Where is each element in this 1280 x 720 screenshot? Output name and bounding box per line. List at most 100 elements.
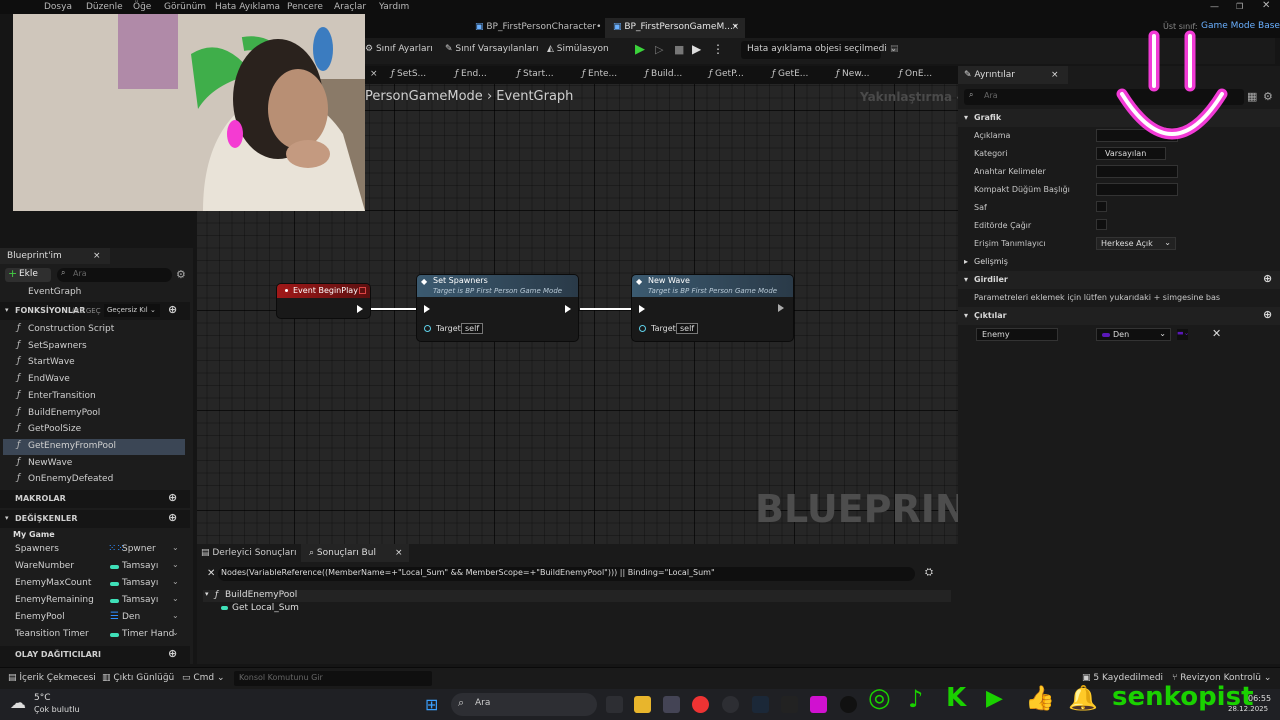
delegate-pin[interactable] [359,287,366,294]
eject-icon[interactable]: ▶ [692,42,701,56]
close-tab-icon[interactable]: × [1051,70,1059,80]
tab-character-blueprint[interactable]: ▣ BP_FirstPersonCharacter• [467,18,611,38]
windows-start-icon[interactable]: ⊞ [425,695,438,714]
close-window-icon[interactable]: ✕ [1262,0,1270,11]
steam-icon[interactable] [752,696,769,713]
add-button[interactable]: + Ekle [5,267,51,282]
debug-filter-icon[interactable]: ▤ [890,44,899,54]
output-name-input[interactable]: Enemy [976,328,1058,341]
add-variable-icon[interactable]: ⊕ [168,511,177,524]
access-dropdown[interactable]: Herkese Açık ⌄ [1096,237,1176,250]
add-dispatcher-icon[interactable]: ⊕ [168,647,177,660]
functions-section-header[interactable]: ▾ FONKSİYONLAR (32 GEÇ Geçersiz Kıl ⌄ ⊕ [0,302,190,320]
target-value[interactable]: self [676,323,699,334]
menu-tools[interactable]: Araçlar [334,2,366,12]
chevron-down-icon[interactable]: ⌄ [172,594,179,603]
tab-endwave[interactable]: ƒ End... [455,69,487,79]
override-dropdown[interactable]: Geçersiz Kıl ⌄ [104,304,160,317]
tab-newwave[interactable]: ƒ New... [836,69,869,79]
function-item[interactable]: ƒ SetSpawners [0,339,190,355]
keywords-input[interactable] [1096,165,1178,178]
console-input[interactable]: Konsol Komutunu Gir [234,671,432,686]
tab-my-blueprint[interactable]: Blueprint'im × [0,248,110,264]
chevron-down-icon[interactable]: ⌄ [172,628,179,637]
close-tab-icon[interactable]: × [731,22,739,32]
binoculars-icon[interactable]: ⛭ [925,567,933,578]
tab-getpoolsize[interactable]: ƒ GetP... [709,69,744,79]
tab-details[interactable]: ✎ Ayrıntılar × [958,66,1068,84]
tab-gamemode-blueprint[interactable]: ▣ BP_FirstPersonGameM...• × [605,18,745,38]
function-item[interactable]: ƒ StartWave [0,355,190,371]
tab-compiler-results[interactable]: ▤ Derleyici Sonuçları [197,544,301,562]
exec-in-pin[interactable] [639,305,645,313]
section-outputs[interactable]: ▾ Çıktılar ⊕ [958,307,1280,325]
add-input-icon[interactable]: ⊕ [1263,272,1272,285]
stop-icon[interactable]: ■ [674,43,684,56]
settings-gear-icon[interactable]: ⚙ [1263,90,1273,103]
view-options-icon[interactable]: ▦ [1247,90,1257,103]
simulation-button[interactable]: ◭ Simülasyon [547,44,609,54]
chevron-down-icon[interactable]: ⌄ [172,611,179,620]
class-defaults-button[interactable]: ✎ Sınıf Varsayılanları [445,44,539,54]
step-icon[interactable]: ▷ [655,43,663,56]
variables-section-header[interactable]: ▾ DEĞİŞKENLER ⊕ [0,510,190,528]
variable-row[interactable]: Spawners ⁙⁙ Spwner ⌄ [0,541,190,558]
find-query-input[interactable]: Nodes(VariableReference((MemberName=+"Lo… [218,567,915,581]
search-input[interactable]: ⌕ Ara [57,268,172,282]
result-function-row[interactable]: ▾ ƒ BuildEnemyPool [203,590,951,602]
macros-section-header[interactable]: MAKROLAR ⊕ [0,490,190,508]
store-icon[interactable] [663,696,680,713]
function-item[interactable]: ƒ OnEnemyDefeated [0,472,190,488]
remove-output-icon[interactable]: ✕ [1212,327,1221,340]
variable-row[interactable]: EnemyMaxCount Tamsayı ⌄ [0,575,190,592]
app-icon[interactable] [722,696,739,713]
settings-gear-icon[interactable]: ⚙ [176,268,186,281]
target-pin[interactable] [639,325,646,332]
unreal-engine-icon[interactable] [840,696,857,713]
close-tab-icon[interactable]: × [395,548,403,558]
add-function-icon[interactable]: ⊕ [168,303,177,316]
tab-setspawners[interactable]: ƒ SetS... [391,69,426,79]
function-item[interactable]: ƒ GetPoolSize [0,422,190,438]
section-advanced[interactable]: ▸ Gelişmiş [958,253,1280,271]
menu-edit[interactable]: Düzenle [86,2,123,12]
tab-entertransition[interactable]: ƒ Ente... [582,69,617,79]
exec-out-pin[interactable] [357,305,363,313]
function-item[interactable]: ƒ NewWave [0,456,190,472]
event-dispatchers-section-header[interactable]: OLAY DAĞITICILARI ⊕ [0,646,190,664]
tab-onenemydefeated[interactable]: ƒ OnE... [899,69,932,79]
tab-getenemyfrompool[interactable]: ƒ GetE... [772,69,808,79]
maximize-icon[interactable]: ❐ [1236,2,1243,11]
file-explorer-icon[interactable] [634,696,651,713]
function-item[interactable]: ƒ EndWave [0,372,190,388]
pure-checkbox[interactable] [1096,201,1107,212]
chevron-down-icon[interactable]: ⌄ [172,577,179,586]
class-settings-button[interactable]: ⚙ Sınıf Ayarları [365,44,433,54]
add-macro-icon[interactable]: ⊕ [168,491,177,504]
exec-out-pin-empty[interactable] [778,304,784,312]
variable-row[interactable]: WareNumber Tamsayı ⌄ [0,558,190,575]
app-icon[interactable] [810,696,827,713]
menu-file[interactable]: Dosya [44,2,72,12]
content-drawer-button[interactable]: ▤ İçerik Çekmecesi [8,673,96,683]
tab-find-results[interactable]: ⌕ Sonuçları Bul × [301,544,409,562]
play-icon[interactable]: ▶ [635,42,645,57]
menu-window[interactable]: Pencere [287,2,323,12]
event-graph-item[interactable]: EventGraph [0,285,190,301]
node-set-spawners[interactable]: Set Spawners Target is BP First Person Ga… [417,275,578,341]
tab-startwave[interactable]: ƒ Start... [517,69,554,79]
node-event-beginplay[interactable]: Event BeginPlay [277,284,370,318]
result-item-row[interactable]: Get Local_Sum [203,602,951,615]
debug-object-dropdown[interactable]: Hata ayıklama objesi seçilmedi ⌄ [741,41,897,59]
chrome-icon[interactable] [692,696,709,713]
epic-games-icon[interactable] [781,696,798,713]
function-item[interactable]: ƒ EnterTransition [0,389,190,405]
menu-view[interactable]: Görünüm [164,2,206,12]
target-pin[interactable] [424,325,431,332]
close-tab-icon[interactable]: × [93,251,101,261]
compact-title-input[interactable] [1096,183,1178,196]
exec-out-pin[interactable] [565,305,571,313]
minimize-icon[interactable]: — [1210,2,1219,12]
function-item[interactable]: ƒ Construction Script [0,322,190,338]
menu-help[interactable]: Yardım [379,2,409,12]
